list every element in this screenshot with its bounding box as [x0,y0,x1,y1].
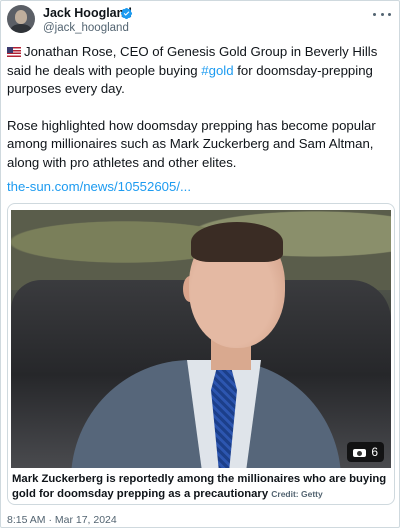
camera-icon [353,447,367,457]
article-link[interactable]: the-sun.com/news/10552605/... [7,179,191,194]
photo-count-badge[interactable]: 6 [347,442,384,462]
photo-hair [191,222,283,262]
verified-badge-icon [120,7,133,20]
tweet-paragraph-1: Jonathan Rose, CEO of Genesis Gold Group… [7,43,393,99]
photo-count: 6 [371,445,378,459]
more-dot [380,12,384,16]
author-handle[interactable]: @jack_hoogland [43,22,129,34]
more-dot [388,12,391,16]
us-flag-icon [7,47,21,57]
tweet-timestamp[interactable]: 8:15 AM · Mar 17, 2024 [7,514,117,526]
more-options-icon[interactable] [373,8,391,20]
tweet-frame: Jack Hoogland @jack_hoogland Jonathan Ro… [0,0,400,528]
avatar-face [15,10,27,24]
more-dot [373,12,376,16]
avatar[interactable] [7,5,35,33]
caption-text: Mark Zuckerberg is reportedly among the … [12,473,387,500]
tweet-header: Jack Hoogland @jack_hoogland [7,5,395,37]
media-card[interactable]: 6 Mark Zuckerberg is reportedly among th… [7,203,395,505]
tweet-paragraph-2: Rose highlighted how doomsday prepping h… [7,117,376,170]
photo-credit: Credit: Getty [271,488,323,499]
hashtag-link[interactable]: #gold [201,63,233,78]
tweet-text: Jonathan Rose, CEO of Genesis Gold Group… [7,43,393,172]
tweet-photo[interactable] [11,210,391,468]
author-display-name[interactable]: Jack Hoogland [43,6,132,20]
avatar-shoulders [10,24,32,33]
photo-caption: Mark Zuckerberg is reportedly among the … [12,472,390,501]
